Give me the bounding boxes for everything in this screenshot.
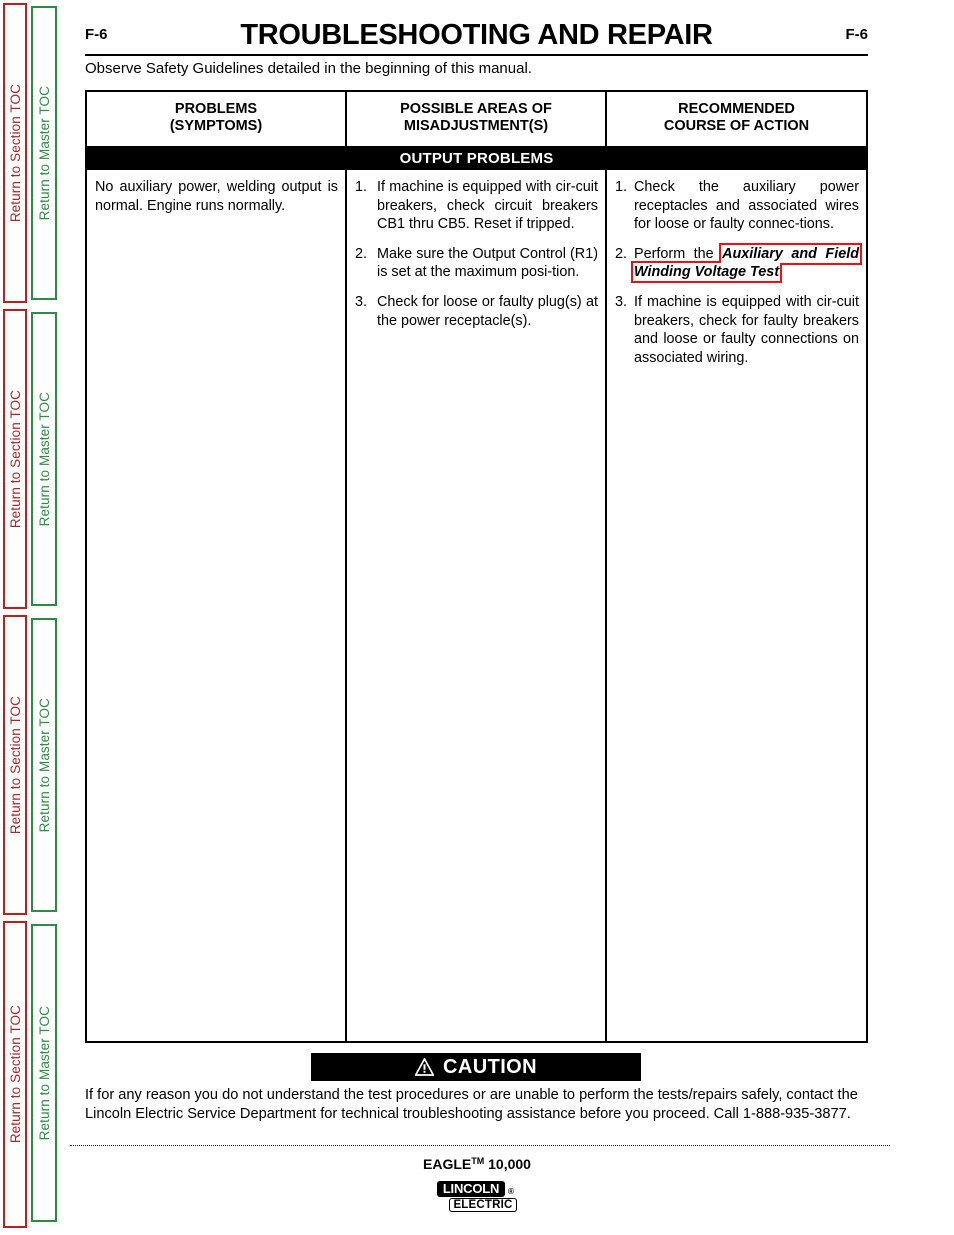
list-item: 3. If machine is equipped with cir-cuit … — [615, 293, 859, 367]
troubleshooting-table: PROBLEMS (SYMPTOMS) POSSIBLE AREAS OF MI… — [85, 90, 868, 1043]
list-item: 1. Check the auxiliary power receptacles… — [615, 178, 859, 234]
trademark-symbol: TM — [471, 1156, 485, 1166]
table-row: No auxiliary power, welding output is no… — [87, 170, 866, 1041]
model-name-text: EAGLE — [423, 1156, 472, 1172]
list-item-number: 1. — [615, 179, 628, 195]
sidebar-item-master-toc-2[interactable]: Return to Master TOC — [31, 312, 57, 606]
registered-mark-icon: ® — [508, 1187, 514, 1196]
list-item-text: Make sure the Output Control (R1) is set… — [377, 245, 598, 281]
sidebar-item-label: Return to Section TOC — [7, 695, 23, 835]
column-header-line1: POSSIBLE AREAS OF — [400, 101, 552, 117]
list-item-text: If machine is equipped with cir-cuit bre… — [377, 179, 598, 233]
column-header-line1: PROBLEMS — [174, 101, 258, 117]
column-header-misadjustments: POSSIBLE AREAS OF MISADJUSTMENT(S) — [345, 92, 607, 146]
sidebar-item-master-toc-3[interactable]: Return to Master TOC — [31, 618, 57, 912]
list-item-number: 2. — [615, 245, 628, 262]
section-band-output-problems: OUTPUT PROBLEMS — [87, 148, 866, 170]
sidebar-item-label: Return to Master TOC — [36, 85, 52, 221]
warning-triangle-icon — [415, 1058, 435, 1076]
list-item-number: 2. — [355, 245, 368, 262]
column-header-line2: MISADJUSTMENT(S) — [403, 118, 549, 134]
logo-line1-text: LINCOLN — [442, 1181, 500, 1196]
caution-label: CAUTION — [443, 1055, 537, 1078]
sidebar-item-section-toc-2[interactable]: Return to Section TOC — [3, 309, 27, 609]
sidebar-toc-tabs: Return to Section TOC Return to Master T… — [0, 0, 70, 1235]
page-number-left: F-6 — [85, 26, 108, 43]
page-number-right: F-6 — [845, 26, 869, 43]
logo-line1: LINCOLN ® — [437, 1181, 514, 1197]
misadjustment-list: 1. If machine is equipped with cir-cuit … — [355, 178, 598, 330]
sidebar-item-section-toc-1[interactable]: Return to Section TOC — [3, 3, 27, 303]
sidebar-item-label: Return to Section TOC — [7, 83, 23, 223]
safety-guidelines-note: Observe Safety Guidelines detailed in th… — [85, 60, 532, 77]
sidebar-item-master-toc-1[interactable]: Return to Master TOC — [31, 6, 57, 300]
sidebar-item-label: Return to Section TOC — [7, 1005, 23, 1144]
sidebar-item-master-toc-4[interactable]: Return to Master TOC — [31, 924, 57, 1222]
sidebar-item-label: Return to Master TOC — [36, 391, 52, 527]
column-header-recommended-action: RECOMMENDED COURSE OF ACTION — [607, 92, 866, 146]
caution-body-text: If for any reason you do not understand … — [85, 1087, 858, 1123]
column-header-problems: PROBLEMS (SYMPTOMS) — [87, 92, 345, 146]
list-item-text: Check the auxiliary power receptacles an… — [634, 179, 859, 233]
list-item-number: 3. — [355, 293, 368, 310]
action-list: 1. Check the auxiliary power receptacles… — [615, 178, 862, 367]
list-item: 2. Perform the Auxiliary and Field Windi… — [615, 242, 862, 284]
cell-possible-misadjustments: 1. If machine is equipped with cir-cuit … — [345, 170, 607, 1041]
action-prefix-text: Perform the — [634, 245, 723, 262]
sidebar-item-section-toc-4[interactable]: Return to Section TOC — [3, 921, 27, 1228]
footer-model-name: EAGLETM 10,000 — [0, 1156, 954, 1172]
column-header-line1: RECOMMENDED — [678, 101, 795, 117]
sidebar-item-section-toc-3[interactable]: Return to Section TOC — [3, 615, 27, 915]
cell-problem-symptom: No auxiliary power, welding output is no… — [95, 179, 338, 214]
list-item-text: If machine is equipped with cir-cuit bre… — [634, 293, 859, 366]
page-title: TROUBLESHOOTING AND REPAIR — [240, 19, 713, 51]
column-header-line2: COURSE OF ACTION — [663, 118, 810, 134]
lincoln-electric-logo: LINCOLN ® ELECTRIC — [437, 1181, 519, 1212]
header-row: F-6 TROUBLESHOOTING AND REPAIR F-6 — [85, 18, 868, 52]
action-suffix-text: . — [779, 264, 784, 281]
cell-recommended-course-of-action: 1. Check the auxiliary power receptacles… — [607, 170, 866, 1041]
header-rule — [85, 54, 868, 56]
sidebar-item-label: Return to Master TOC — [36, 697, 52, 833]
list-item-text: Check for loose or faulty plug(s) at the… — [377, 293, 598, 329]
list-item-number: 1. — [355, 179, 368, 195]
table-header-row: PROBLEMS (SYMPTOMS) POSSIBLE AREAS OF MI… — [87, 92, 866, 148]
list-item: 2. Make sure the Output Control (R1) is … — [355, 245, 598, 282]
list-item-text: Perform the Auxiliary and Field Winding … — [631, 242, 862, 284]
sidebar-item-label: Return to Section TOC — [7, 389, 23, 529]
column-header-line2: (SYMPTOMS) — [169, 118, 263, 134]
page-header: F-6 TROUBLESHOOTING AND REPAIR F-6 — [85, 18, 868, 56]
list-item: 3. Check for loose or faulty plug(s) at … — [355, 293, 598, 330]
caution-banner: CAUTION — [311, 1053, 641, 1081]
list-item: 1. If machine is equipped with cir-cuit … — [355, 178, 598, 234]
model-number-text: 10,000 — [484, 1156, 531, 1172]
footer-divider — [70, 1145, 890, 1146]
sidebar-item-label: Return to Master TOC — [36, 1005, 52, 1141]
list-item-number: 3. — [615, 293, 628, 310]
logo-line2: ELECTRIC — [449, 1198, 517, 1212]
